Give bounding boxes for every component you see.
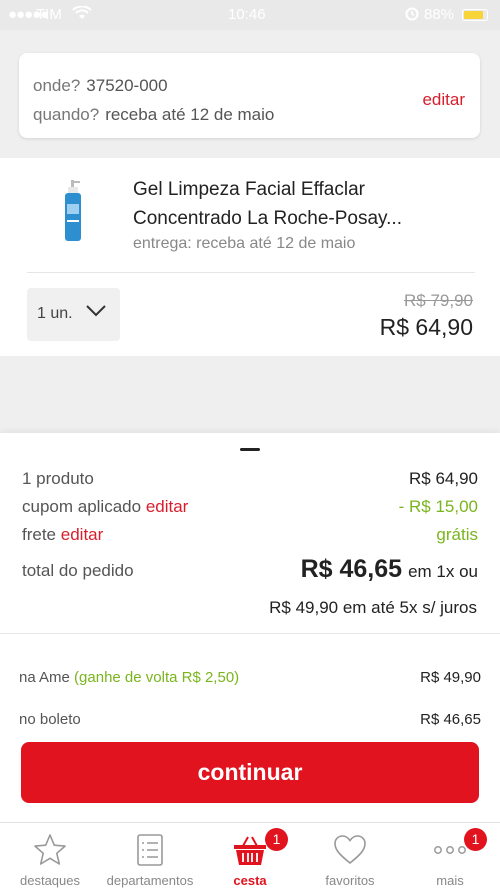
products-label: 1 produto — [22, 469, 94, 488]
ame-label: na Ame — [19, 669, 70, 686]
boleto-label: no boleto — [19, 711, 81, 728]
more-icon — [434, 846, 466, 854]
original-price: R$ 79,90 — [404, 291, 473, 310]
coupon-value: - R$ 15,00 — [398, 497, 478, 516]
where-key: onde? — [33, 76, 81, 95]
product-title[interactable]: Gel Limpeza Facial Effaclar Concentrado … — [133, 175, 463, 233]
nav-label: destaques — [20, 873, 80, 888]
alarm-icon — [405, 6, 419, 25]
nav-label: cesta — [233, 873, 267, 888]
battery-percent: 88% — [424, 6, 455, 23]
installments-text: R$ 49,90 em até 5x s/ juros — [269, 598, 477, 617]
clock: 10:46 — [228, 6, 266, 23]
edit-coupon-link[interactable]: editar — [146, 497, 189, 516]
nav-item-favoritos[interactable]: favoritos — [300, 823, 400, 889]
status-bar: ●●●●● TIM 10:46 88% — [0, 0, 500, 30]
order-summary-sheet: 1 produto R$ 64,90 cupom aplicado editar… — [0, 433, 500, 889]
shipping-row: frete editar grátis — [22, 525, 478, 545]
products-row: 1 produto R$ 64,90 — [22, 469, 478, 489]
ame-payment-row: na Ame (ganhe de volta R$ 2,50) R$ 49,90 — [19, 669, 481, 686]
divider — [0, 633, 500, 634]
coupon-row: cupom aplicado editar - R$ 15,00 — [22, 497, 478, 517]
when-row: quando? receba até 12 de maio — [33, 105, 274, 125]
nav-item-mais[interactable]: 1 mais — [400, 823, 500, 889]
total-suffix: em 1x ou — [408, 562, 478, 581]
list-icon — [137, 834, 163, 866]
star-icon — [34, 834, 66, 865]
total-value: R$ 46,65 — [300, 555, 403, 583]
nav-label: mais — [436, 873, 464, 888]
zip-code: 37520-000 — [86, 76, 168, 95]
total-amount: R$ 46,65 em 1x ou — [301, 555, 478, 584]
edit-shipping-link[interactable]: editar — [61, 525, 104, 544]
basket-icon — [234, 836, 266, 865]
delivery-date: receba até 12 de maio — [105, 105, 275, 124]
where-row: onde? 37520-000 — [33, 76, 168, 96]
battery-icon — [462, 9, 488, 21]
heart-icon — [334, 835, 366, 865]
more-badge: 1 — [464, 828, 487, 851]
ame-value: R$ 49,90 — [420, 669, 481, 686]
bottom-nav: destaques departamentos 1 cesta favorito… — [0, 822, 500, 889]
quantity-select[interactable]: 1 un. — [27, 288, 120, 341]
coupon-label: cupom aplicado — [22, 497, 142, 516]
cart-item: Gel Limpeza Facial Effaclar Concentrado … — [0, 158, 500, 356]
delivery-location-card: onde? 37520-000 quando? receba até 12 de m… — [19, 53, 480, 138]
boleto-payment-row: no boleto R$ 46,65 — [19, 711, 481, 728]
divider — [27, 272, 475, 273]
total-row: total do pedido R$ 46,65 em 1x ou — [22, 555, 478, 583]
nav-item-departamentos[interactable]: departamentos — [100, 823, 200, 889]
product-delivery: entrega: receba até 12 de maio — [133, 235, 356, 252]
sheet-drag-handle[interactable] — [240, 448, 260, 451]
shipping-label: frete — [22, 525, 57, 544]
shipping-value: grátis — [436, 525, 478, 544]
total-label: total do pedido — [22, 561, 134, 580]
quantity-value: 1 un. — [37, 305, 73, 322]
nav-label: departamentos — [106, 873, 194, 888]
products-value: R$ 64,90 — [409, 469, 478, 488]
ame-cashback: (ganhe de volta R$ 2,50) — [74, 669, 240, 686]
nav-label: favoritos — [325, 873, 375, 888]
when-key: quando? — [33, 105, 100, 124]
continue-button[interactable]: continuar — [21, 742, 479, 803]
nav-item-cesta[interactable]: 1 cesta — [200, 823, 300, 889]
chevron-down-icon — [86, 305, 106, 317]
product-image[interactable] — [60, 180, 88, 242]
wifi-icon — [72, 5, 92, 25]
cart-count-badge: 1 — [265, 828, 288, 851]
carrier-label: TIM — [36, 6, 62, 23]
boleto-value: R$ 46,65 — [420, 711, 481, 728]
current-price: R$ 64,90 — [379, 314, 473, 340]
edit-location-link[interactable]: editar — [422, 90, 465, 110]
nav-item-destaques[interactable]: destaques — [0, 823, 100, 889]
